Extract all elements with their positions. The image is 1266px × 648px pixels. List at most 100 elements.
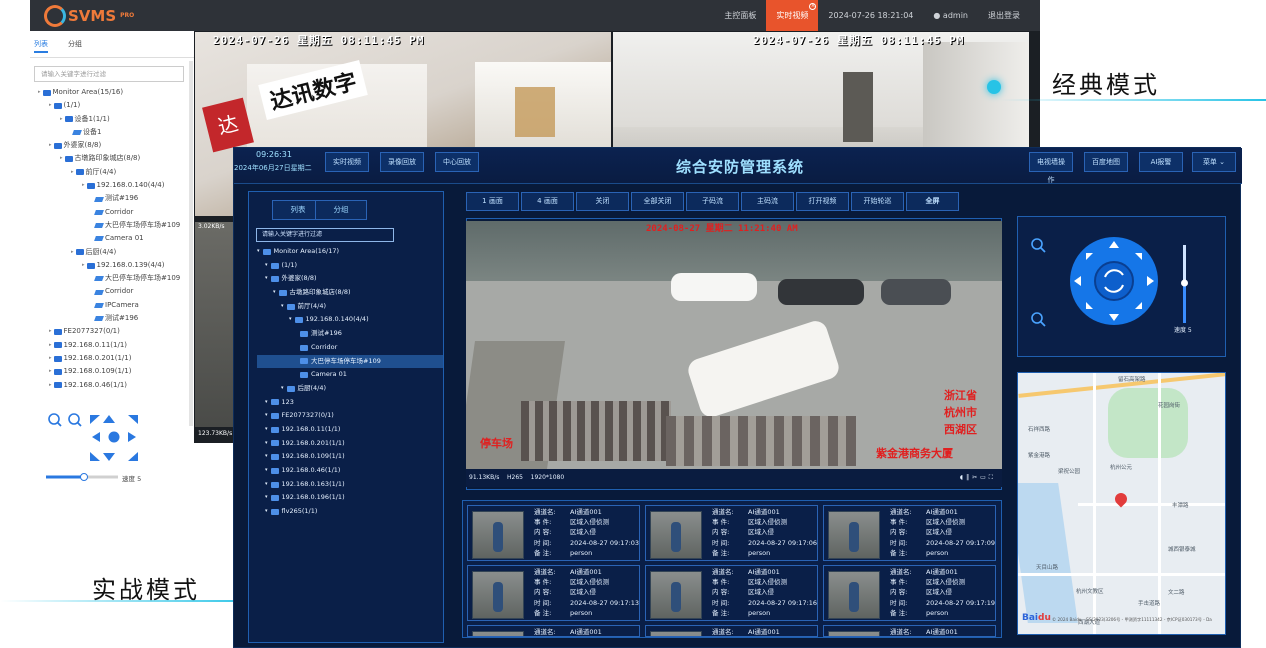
combat-tree-item[interactable]: 大巴停车场停车场#109 <box>257 354 443 369</box>
combat-tree-item[interactable]: Camera 01 <box>257 368 443 382</box>
snapshot-icon[interactable]: ✂ <box>972 474 980 481</box>
search-input[interactable]: 请输入关键字进行过滤 <box>34 66 184 82</box>
tree-item[interactable]: ▸ 设备1(1/1) <box>30 113 194 126</box>
alarm-event-card[interactable]: 通道名: AI通道001 事 件: 区域入侵侦测内 容: 区域入侵时 间: 2024-08… <box>467 565 640 621</box>
tree-item[interactable]: ▸ (1/1) <box>30 99 194 112</box>
expand-caret-icon[interactable]: ▸ <box>82 179 85 192</box>
combat-tree-item[interactable]: ▾ 外婆家(8/8) <box>257 272 443 286</box>
expand-caret-icon[interactable]: ▸ <box>49 339 52 352</box>
tree-item[interactable]: ▸ 192.168.0.140(4/4) <box>30 179 194 192</box>
tree-item[interactable]: Corridor <box>30 206 194 219</box>
baidu-map[interactable]: 留石高架路 石祥西路 花园岗街 紫金港路 杭州公元 丰潭路 梁祝公园 杭州文教区 文二路 天目山路… <box>1017 372 1226 635</box>
nav-dashboard[interactable]: 主控面板 <box>714 0 766 31</box>
tree-item[interactable]: 大巴停车场停车场#109 <box>30 219 194 232</box>
tree-item[interactable]: ▸ 192.168.0.46(1/1) <box>30 379 194 392</box>
expand-caret-icon[interactable]: ▸ <box>82 259 85 272</box>
tree-item[interactable]: ▸ 192.168.0.11(1/1) <box>30 339 194 352</box>
combat-search-input[interactable]: 请输入关键字进行过滤 <box>256 228 394 242</box>
btn-playback[interactable]: 录像回放 <box>380 152 424 172</box>
expand-caret-icon[interactable]: ▾ <box>265 259 268 273</box>
expand-caret-icon[interactable]: ▸ <box>71 246 74 259</box>
tree-item[interactable]: 测试#196 <box>30 312 194 325</box>
alarm-event-card[interactable]: 通道名: AI通道001 事 件: 区域入侵侦测内 容: 区域入侵时 间: 2024-08… <box>645 565 818 621</box>
alarm-event-card[interactable]: 通道名: AI通道001 事 件: 区域入侵侦测内 容: 区域入侵时 间: 2024-08… <box>645 505 818 561</box>
expand-caret-icon[interactable]: ▸ <box>71 166 74 179</box>
tab-group[interactable]: 分组 <box>68 39 82 53</box>
combat-tree-item[interactable]: ▾ 192.168.0.163(1/1) <box>257 478 443 492</box>
combat-tree-item[interactable]: ▾ (1/1) <box>257 259 443 273</box>
btn-ai-alarm[interactable]: AI报警 <box>1139 152 1183 172</box>
close-badge-icon[interactable]: × <box>809 3 817 10</box>
fullscreen-icon[interactable]: ⛶ <box>989 474 996 481</box>
combat-tree-item[interactable]: ▾ Monitor Area(16/17) <box>257 245 443 259</box>
combat-tree-item[interactable]: ▾ 后厨(4/4) <box>257 382 443 396</box>
expand-caret-icon[interactable]: ▾ <box>265 491 268 505</box>
alarm-event-card[interactable]: 通道名: AI通道001 事 件: 区域入侵侦测内 容: 区域入侵时 间: 2024-08… <box>823 565 996 621</box>
tree-item[interactable]: ▸ 前厅(4/4) <box>30 166 194 179</box>
toolbar-button[interactable]: 全屏 <box>906 192 959 211</box>
tree-item[interactable]: ▸ 后厨(4/4) <box>30 246 194 259</box>
expand-caret-icon[interactable]: ▾ <box>265 409 268 423</box>
expand-caret-icon[interactable]: ▾ <box>265 396 268 410</box>
expand-caret-icon[interactable]: ▾ <box>265 478 268 492</box>
combat-tree-item[interactable]: ▾ 古墩路印象城店(8/8) <box>257 286 443 300</box>
expand-caret-icon[interactable]: ▾ <box>265 423 268 437</box>
toolbar-button[interactable]: 全部关闭 <box>631 192 684 211</box>
toolbar-button[interactable]: 关闭 <box>576 192 629 211</box>
combat-tab-group[interactable]: 分组 <box>315 200 367 220</box>
expand-caret-icon[interactable]: ▸ <box>60 113 63 126</box>
expand-caret-icon[interactable]: ▾ <box>265 272 268 286</box>
record-icon[interactable]: ▭ <box>980 474 989 481</box>
expand-caret-icon[interactable]: ▸ <box>49 139 52 152</box>
tree-item[interactable]: ▸ 外婆家(8/8) <box>30 139 194 152</box>
tree-item[interactable]: Corridor <box>30 285 194 298</box>
btn-tv-wall[interactable]: 电视墙操作 <box>1029 152 1073 184</box>
combat-tree-item[interactable]: 测试#196 <box>257 327 443 341</box>
combat-tree-item[interactable]: ▾ 192.168.0.11(1/1) <box>257 423 443 437</box>
combat-tree-item[interactable]: ▾ FE2077327(0/1) <box>257 409 443 423</box>
logout-link[interactable]: 退出登录 <box>978 0 1030 31</box>
toolbar-button[interactable]: 1 画面 <box>466 192 519 211</box>
event-snapshot[interactable] <box>472 511 524 559</box>
expand-caret-icon[interactable]: ▾ <box>257 245 260 259</box>
tree-item[interactable]: ▸ 192.168.0.109(1/1) <box>30 365 194 378</box>
event-snapshot[interactable] <box>650 631 702 636</box>
tree-item[interactable]: Camera 01 <box>30 232 194 245</box>
expand-caret-icon[interactable]: ▾ <box>289 313 292 327</box>
alarm-event-card[interactable]: 通道名: AI通道001 <box>467 625 640 637</box>
btn-center-playback[interactable]: 中心回放 <box>435 152 479 172</box>
alarm-event-card[interactable]: 通道名: AI通道001 事 件: 区域入侵侦测内 容: 区域入侵时 间: 2024-08… <box>467 505 640 561</box>
main-video[interactable]: 2024-08-27 星期二 11:21:40 AM 停车场 浙江省 杭州市 西… <box>466 221 1002 469</box>
expand-caret-icon[interactable]: ▸ <box>49 379 52 392</box>
expand-caret-icon[interactable]: ▸ <box>38 86 41 99</box>
classic-video-3[interactable] <box>195 222 233 427</box>
nav-live-video[interactable]: 实时视频 × <box>766 0 819 31</box>
tree-item[interactable]: 测试#196 <box>30 192 194 205</box>
tree-item[interactable]: IPCamera <box>30 299 194 312</box>
expand-caret-icon[interactable]: ▸ <box>49 365 52 378</box>
combat-tree-item[interactable]: ▾ 192.168.0.140(4/4) <box>257 313 443 327</box>
event-snapshot[interactable] <box>828 511 880 559</box>
event-snapshot[interactable] <box>472 571 524 619</box>
toolbar-button[interactable]: 开始轮巡 <box>851 192 904 211</box>
toolbar-button[interactable]: 子码流 <box>686 192 739 211</box>
user-menu[interactable]: ● admin <box>923 0 978 31</box>
alarm-event-card[interactable]: 通道名: AI通道001 事 件: 区域入侵侦测内 容: 区域入侵时 间: 2024-08… <box>823 505 996 561</box>
expand-caret-icon[interactable]: ▾ <box>265 464 268 478</box>
btn-baidu-map[interactable]: 百度地图 <box>1084 152 1128 172</box>
tree-item[interactable]: ▸ FE2077327(0/1) <box>30 325 194 338</box>
expand-caret-icon[interactable]: ▾ <box>265 437 268 451</box>
combat-tree-item[interactable]: ▾ flv265(1/1) <box>257 505 443 519</box>
tree-item[interactable]: ▸ 192.168.0.201(1/1) <box>30 352 194 365</box>
toolbar-button[interactable]: 主码流 <box>741 192 794 211</box>
combat-tree-item[interactable]: ▾ 前厅(4/4) <box>257 300 443 314</box>
combat-tree-item[interactable]: ▾ 192.168.0.201(1/1) <box>257 437 443 451</box>
toolbar-button[interactable]: 打开视频 <box>796 192 849 211</box>
expand-caret-icon[interactable]: ▾ <box>273 286 276 300</box>
expand-caret-icon[interactable]: ▸ <box>49 99 52 112</box>
event-snapshot[interactable] <box>472 631 524 636</box>
combat-tree-item[interactable]: ▾ 192.168.0.196(1/1) <box>257 491 443 505</box>
combat-tree-item[interactable]: ▾ 192.168.0.109(1/1) <box>257 450 443 464</box>
tree-item[interactable]: 大巴停车场停车场#109 <box>30 272 194 285</box>
alarm-event-card[interactable]: 通道名: AI通道001 <box>823 625 996 637</box>
